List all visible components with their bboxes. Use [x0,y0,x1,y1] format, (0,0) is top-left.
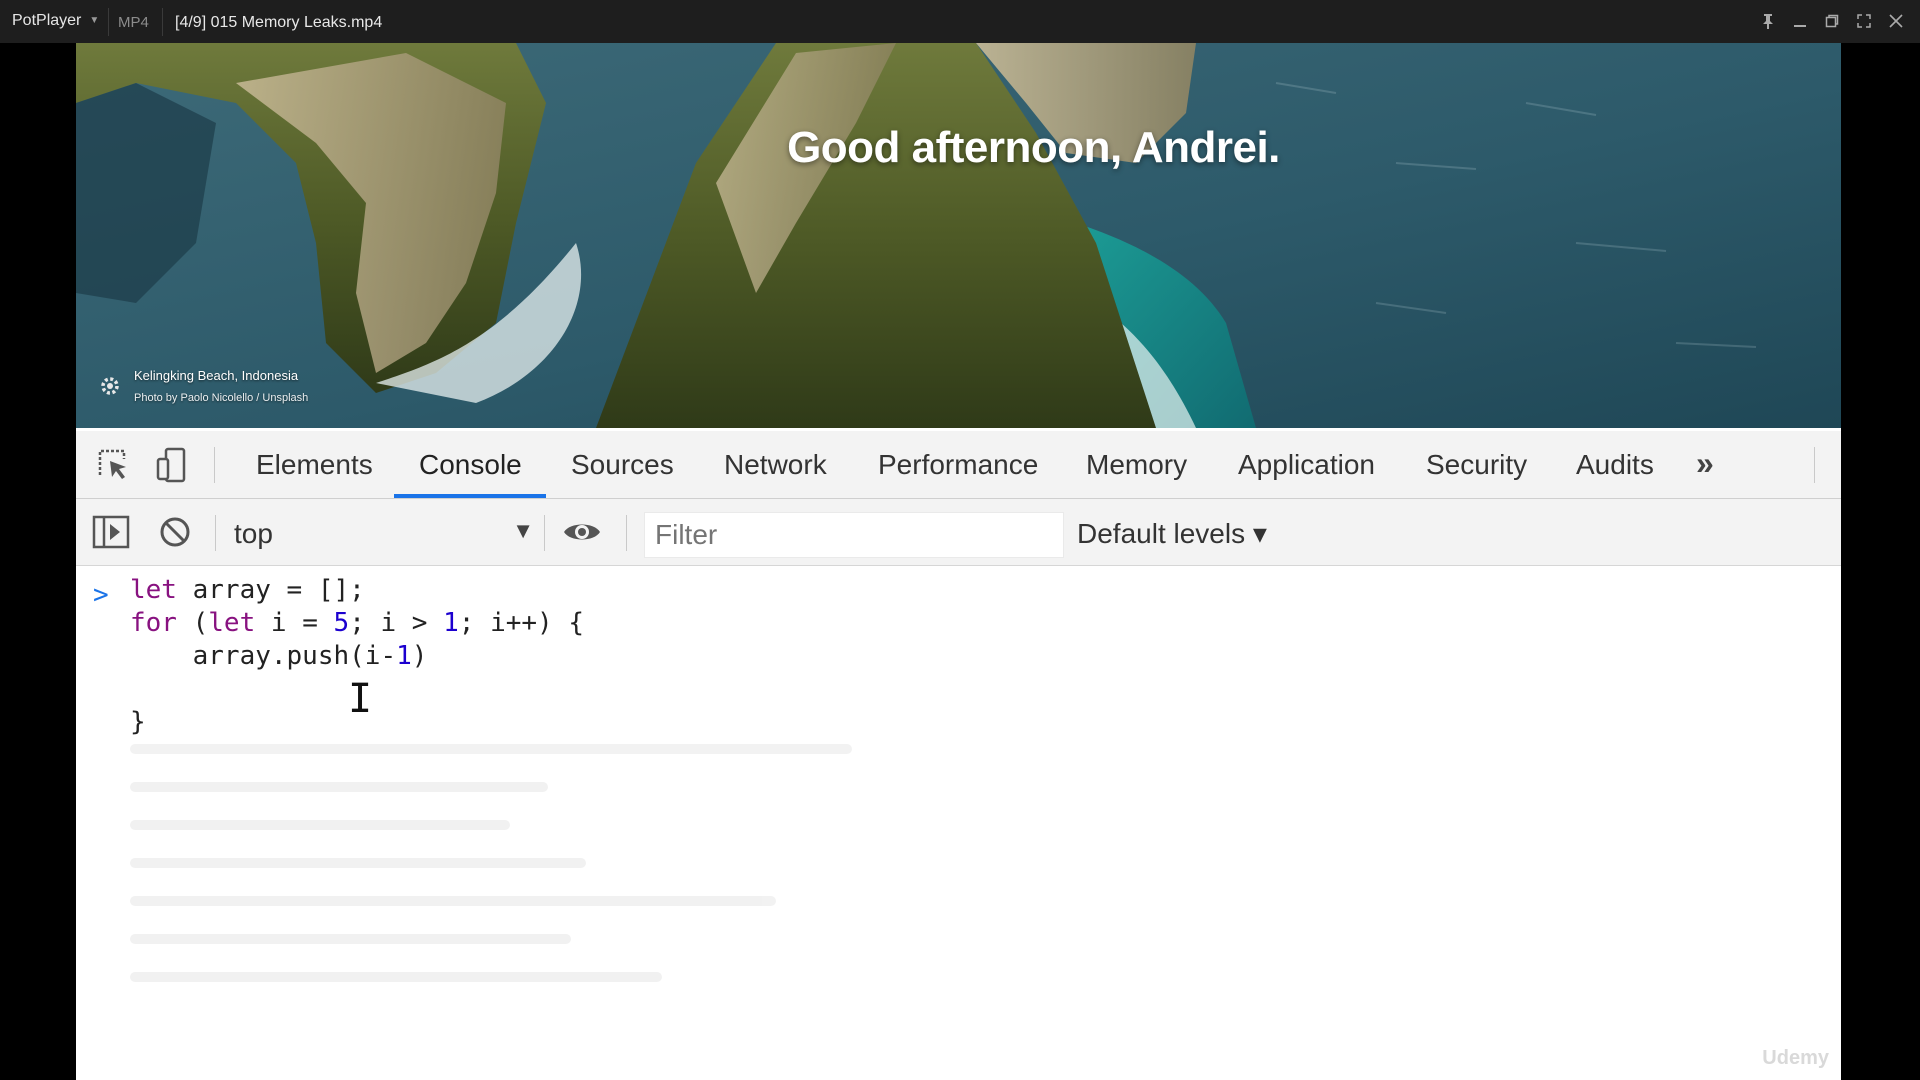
code-token: 5 [333,608,350,638]
show-sidebar-icon[interactable] [92,515,130,549]
console-prompt-icon: > [93,580,109,610]
tab-audits[interactable]: Audits [1576,449,1654,481]
code-token: i = [255,608,334,638]
devtools-tabbar: Elements Console Sources Network Perform… [76,431,1841,499]
code-token: for [130,608,177,638]
new-tab-background: Good afternoon, Andrei. Kelingking Beach… [76,43,1841,428]
close-icon[interactable] [1886,10,1906,32]
restore-icon[interactable] [1822,10,1842,32]
code-token: ) [411,641,428,671]
tab-security[interactable]: Security [1426,449,1527,481]
dropdown-arrow-icon: ▼ [512,518,534,543]
minimize-icon[interactable] [1790,10,1810,32]
tab-sources[interactable]: Sources [571,449,674,481]
active-tab-indicator [394,494,546,498]
divider [626,515,627,551]
more-tabs-icon[interactable]: » [1696,445,1714,482]
filter-input[interactable] [644,512,1064,558]
landscape-photo [76,43,1841,428]
video-frame[interactable]: Good afternoon, Andrei. Kelingking Beach… [76,43,1841,1080]
device-toolbar-icon[interactable] [152,445,192,485]
divider [108,8,109,36]
tab-network[interactable]: Network [724,449,827,481]
inspect-element-icon[interactable] [94,445,134,485]
tab-performance[interactable]: Performance [878,449,1038,481]
tab-memory[interactable]: Memory [1086,449,1187,481]
divider [214,447,215,483]
code-token: array.push(i- [130,641,397,671]
file-title: [4/9] 015 Memory Leaks.mp4 [175,14,383,31]
log-levels-dropdown[interactable]: Default levels ▾ [1077,517,1267,550]
code-token: ( [176,608,209,638]
format-label: MP4 [118,14,149,31]
code-token: array = []; [176,575,365,605]
code-token: ; i++) { [458,608,584,638]
faded-background-text [130,716,890,1066]
divider [162,8,163,36]
greeting-heading: Good afternoon, Andrei. [787,123,1280,172]
eye-icon[interactable] [562,517,602,547]
chevron-down-icon: ▼ [89,15,100,26]
fullscreen-icon[interactable] [1854,10,1874,32]
code-token: ; i > [349,608,444,638]
tab-elements[interactable]: Elements [256,449,373,481]
console-output[interactable]: > let array = []; for (let i = 5; i > 1;… [76,566,1841,1080]
divider [544,515,545,551]
code-token: let [130,575,177,605]
clear-console-icon[interactable] [158,515,192,549]
player-titlebar: PotPlayer ▼ MP4 [4/9] 015 Memory Leaks.mp… [0,0,1920,43]
photo-location: Kelingking Beach, Indonesia [134,368,299,383]
gear-icon[interactable] [98,374,122,398]
code-token: 1 [396,641,412,671]
tab-console[interactable]: Console [419,449,522,481]
udemy-watermark: Udemy [1762,1047,1829,1069]
tab-application[interactable]: Application [1238,449,1375,481]
pin-icon[interactable] [1758,10,1778,32]
photo-author[interactable]: Photo by Paolo Nicolello / Unsplash [134,392,308,404]
app-name: PotPlayer [12,12,82,29]
context-select[interactable]: top ▼ [234,512,534,552]
divider [215,515,216,551]
code-token: 1 [443,608,459,638]
app-menu-button[interactable]: PotPlayer ▼ [12,12,99,30]
console-toolbar: top ▼ Default levels ▾ [76,499,1841,566]
divider [1814,447,1815,483]
code-token: let [208,608,256,638]
context-value: top [234,518,273,549]
window-controls [1758,10,1906,32]
